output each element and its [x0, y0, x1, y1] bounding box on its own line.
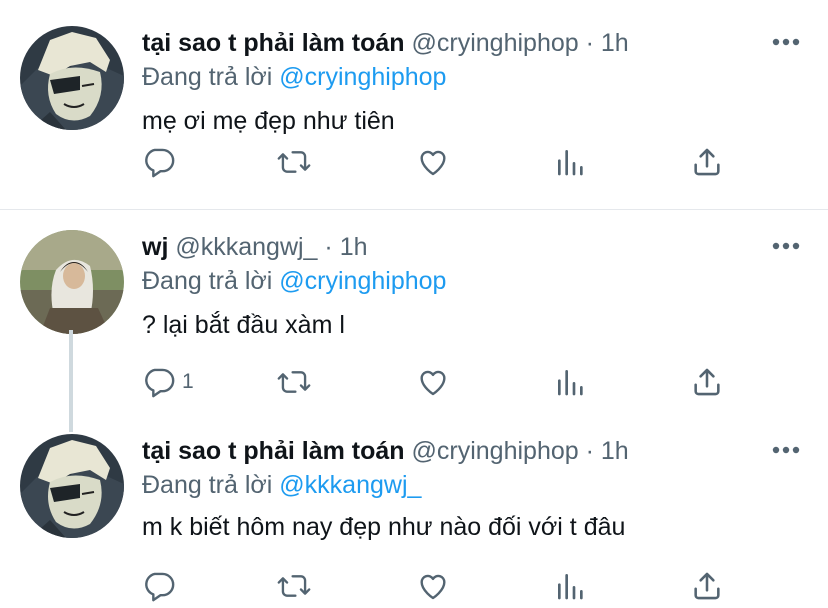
- more-options-button[interactable]: [770, 30, 802, 54]
- display-name[interactable]: tại sao t phải làm toán: [142, 29, 405, 57]
- share-icon: [694, 368, 720, 396]
- mention-link[interactable]: @cryinghiphop: [279, 267, 446, 295]
- separator-dot: ·: [585, 437, 594, 465]
- share-button[interactable]: [690, 142, 724, 182]
- reply-button[interactable]: 1: [142, 362, 194, 402]
- more-options-button[interactable]: [770, 438, 802, 462]
- tweet-actions: [142, 142, 742, 182]
- retweet-button[interactable]: [276, 566, 312, 606]
- analytics-button[interactable]: [554, 362, 586, 402]
- replying-to: Đang trả lời @cryinghiphop: [142, 60, 446, 94]
- tweet[interactable]: tại sao t phải làm toán @cryinghiphop · …: [0, 434, 828, 608]
- more-dots-icon: [772, 38, 800, 46]
- tweet-text: mẹ ơi mẹ đẹp như tiên: [142, 107, 395, 135]
- tweet-thread: tại sao t phải làm toán @cryinghiphop · …: [0, 0, 828, 608]
- like-button[interactable]: [416, 142, 450, 182]
- tweet-actions: 1: [142, 362, 742, 402]
- more-options-button[interactable]: [770, 234, 802, 258]
- reply-button[interactable]: [142, 566, 182, 606]
- analytics-button[interactable]: [554, 566, 586, 606]
- mention-link[interactable]: @kkkangwj_: [279, 471, 421, 499]
- tweet-header: tại sao t phải làm toán @cryinghiphop · …: [142, 434, 629, 468]
- replying-to-label: Đang trả lời: [142, 471, 273, 499]
- user-handle[interactable]: @kkkangwj_: [175, 233, 317, 261]
- tweet[interactable]: wj @kkkangwj_ · 1h Đang trả lời @cryingh…: [0, 230, 828, 400]
- thread-connector-line: [69, 330, 73, 432]
- user-handle[interactable]: @cryinghiphop: [412, 29, 579, 57]
- share-button[interactable]: [690, 362, 724, 402]
- replying-to: Đang trả lời @cryinghiphop: [142, 264, 446, 298]
- share-icon: [694, 572, 720, 600]
- tweet-text: ? lại bắt đầu xàm l: [142, 311, 345, 339]
- retweet-icon: [277, 151, 311, 173]
- like-button[interactable]: [416, 362, 450, 402]
- analytics-icon: [558, 150, 583, 176]
- replying-to: Đang trả lời @kkkangwj_: [142, 468, 421, 502]
- avatar[interactable]: [20, 230, 124, 334]
- share-icon: [694, 148, 720, 176]
- tweet-text: m k biết hôm nay đẹp như nào đối với t đ…: [142, 513, 626, 541]
- tweet-header: tại sao t phải làm toán @cryinghiphop · …: [142, 26, 629, 60]
- retweet-button[interactable]: [276, 142, 312, 182]
- like-icon: [420, 150, 446, 176]
- person-photo-avatar-icon: [20, 230, 124, 334]
- timestamp[interactable]: 1h: [340, 233, 368, 261]
- avatar[interactable]: [20, 434, 124, 538]
- separator-dot: ·: [585, 29, 594, 57]
- retweet-button[interactable]: [276, 362, 312, 402]
- timestamp[interactable]: 1h: [601, 29, 629, 57]
- mention-link[interactable]: @cryinghiphop: [279, 63, 446, 91]
- reply-count: 1: [182, 370, 194, 393]
- retweet-icon: [277, 371, 311, 393]
- tweet[interactable]: tại sao t phải làm toán @cryinghiphop · …: [0, 26, 828, 196]
- analytics-icon: [558, 574, 583, 600]
- more-dots-icon: [772, 446, 800, 454]
- separator-dot: ·: [324, 233, 333, 261]
- display-name[interactable]: tại sao t phải làm toán: [142, 437, 405, 465]
- share-button[interactable]: [690, 566, 724, 606]
- reply-icon: [145, 148, 175, 178]
- tweet-header: wj @kkkangwj_ · 1h: [142, 230, 368, 264]
- retweet-icon: [277, 575, 311, 597]
- user-handle[interactable]: @cryinghiphop: [412, 437, 579, 465]
- replying-to-label: Đang trả lời: [142, 267, 273, 295]
- like-button[interactable]: [416, 566, 450, 606]
- anime-character-avatar-icon: [20, 26, 124, 130]
- reply-icon: [145, 572, 175, 602]
- analytics-icon: [558, 370, 583, 396]
- like-icon: [420, 370, 446, 396]
- tweet-actions: [142, 566, 742, 606]
- timestamp[interactable]: 1h: [601, 437, 629, 465]
- analytics-button[interactable]: [554, 142, 586, 182]
- tweet-divider: [0, 209, 828, 210]
- replying-to-label: Đang trả lời: [142, 63, 273, 91]
- display-name[interactable]: wj: [142, 233, 168, 261]
- reply-button[interactable]: [142, 142, 182, 182]
- more-dots-icon: [772, 242, 800, 250]
- like-icon: [420, 574, 446, 600]
- anime-character-avatar-icon: [20, 434, 124, 538]
- avatar[interactable]: [20, 26, 124, 130]
- reply-icon: [145, 368, 175, 398]
